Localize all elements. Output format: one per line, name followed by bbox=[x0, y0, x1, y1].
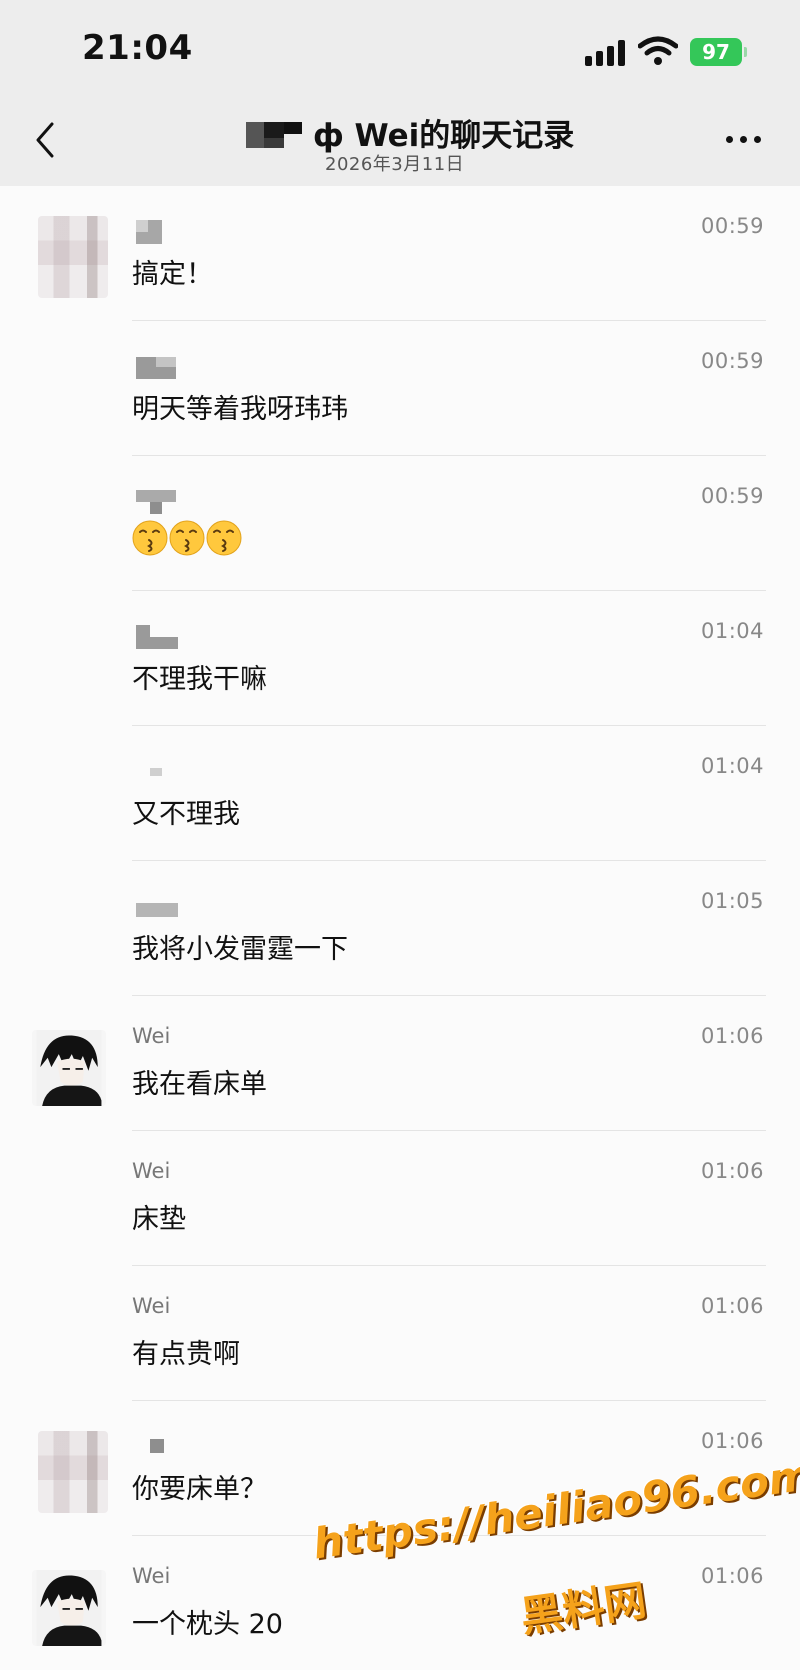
avatar-blurred[interactable] bbox=[38, 1431, 108, 1513]
message-text: 搞定！ bbox=[132, 259, 213, 290]
cellular-signal-icon bbox=[585, 40, 627, 66]
message-time: 01:06 bbox=[700, 1429, 764, 1453]
sender-name: Wei bbox=[132, 1159, 171, 1183]
status-time: 21:04 bbox=[82, 28, 193, 68]
message-time: 01:04 bbox=[700, 619, 764, 643]
message-time: 01:06 bbox=[700, 1294, 764, 1318]
chat-history-screen: 21:04 97 ф Wei的聊天记录 2026年3月11日 00:59 搞定！… bbox=[0, 0, 800, 1670]
wifi-icon bbox=[638, 36, 678, 65]
message-row[interactable]: Wei 01:06 我在看床单 bbox=[0, 996, 800, 1131]
message-time: 01:06 bbox=[700, 1024, 764, 1048]
message-row[interactable]: 01:04 又不理我 bbox=[0, 726, 800, 861]
battery-icon: 97 bbox=[690, 38, 747, 66]
message-time: 01:06 bbox=[700, 1564, 764, 1588]
page-title: ф Wei的聊天记录 bbox=[313, 118, 575, 154]
sender-name: Wei bbox=[132, 1564, 171, 1588]
message-row[interactable]: 00:59 搞定！ bbox=[0, 186, 800, 321]
message-text: 我在看床单 bbox=[132, 1069, 267, 1100]
top-bar: 21:04 97 ф Wei的聊天记录 2026年3月11日 bbox=[0, 0, 800, 186]
message-time: 00:59 bbox=[700, 484, 764, 508]
message-text: 有点贵啊 bbox=[132, 1339, 240, 1370]
message-text: 又不理我 bbox=[132, 799, 240, 830]
message-text: 不理我干嘛 bbox=[132, 664, 267, 695]
message-time: 01:06 bbox=[700, 1159, 764, 1183]
message-row[interactable]: 00:59 明天等着我呀玮玮 bbox=[0, 321, 800, 456]
more-options-icon[interactable] bbox=[726, 136, 762, 144]
sender-name: Wei bbox=[132, 1024, 171, 1048]
kissing-face-emoji bbox=[132, 520, 242, 556]
message-time: 00:59 bbox=[700, 349, 764, 373]
message-row[interactable]: Wei 01:06 有点贵啊 bbox=[0, 1266, 800, 1401]
message-row[interactable]: Wei 01:06 床垫 bbox=[0, 1131, 800, 1266]
message-time: 01:05 bbox=[700, 889, 764, 913]
avatar-anime-character[interactable] bbox=[32, 1570, 106, 1646]
message-text: 一个枕头 20 bbox=[132, 1609, 283, 1640]
message-text: 床垫 bbox=[132, 1204, 186, 1235]
message-text: 你要床单？ bbox=[132, 1474, 267, 1505]
title-redaction bbox=[246, 122, 302, 148]
message-time: 01:04 bbox=[700, 754, 764, 778]
page-subtitle-date: 2026年3月11日 bbox=[325, 154, 465, 175]
sender-name: Wei bbox=[132, 1294, 171, 1318]
avatar-blurred[interactable] bbox=[38, 216, 108, 298]
message-row[interactable]: 01:04 不理我干嘛 bbox=[0, 591, 800, 726]
message-row[interactable]: 01:05 我将小发雷霆一下 bbox=[0, 861, 800, 996]
avatar-anime-character[interactable] bbox=[32, 1030, 106, 1106]
back-chevron-icon[interactable] bbox=[30, 120, 60, 160]
message-row[interactable]: 00:59 bbox=[0, 456, 800, 591]
message-time: 00:59 bbox=[700, 214, 764, 238]
message-text: 我将小发雷霆一下 bbox=[132, 934, 348, 965]
message-text: 明天等着我呀玮玮 bbox=[132, 394, 348, 425]
